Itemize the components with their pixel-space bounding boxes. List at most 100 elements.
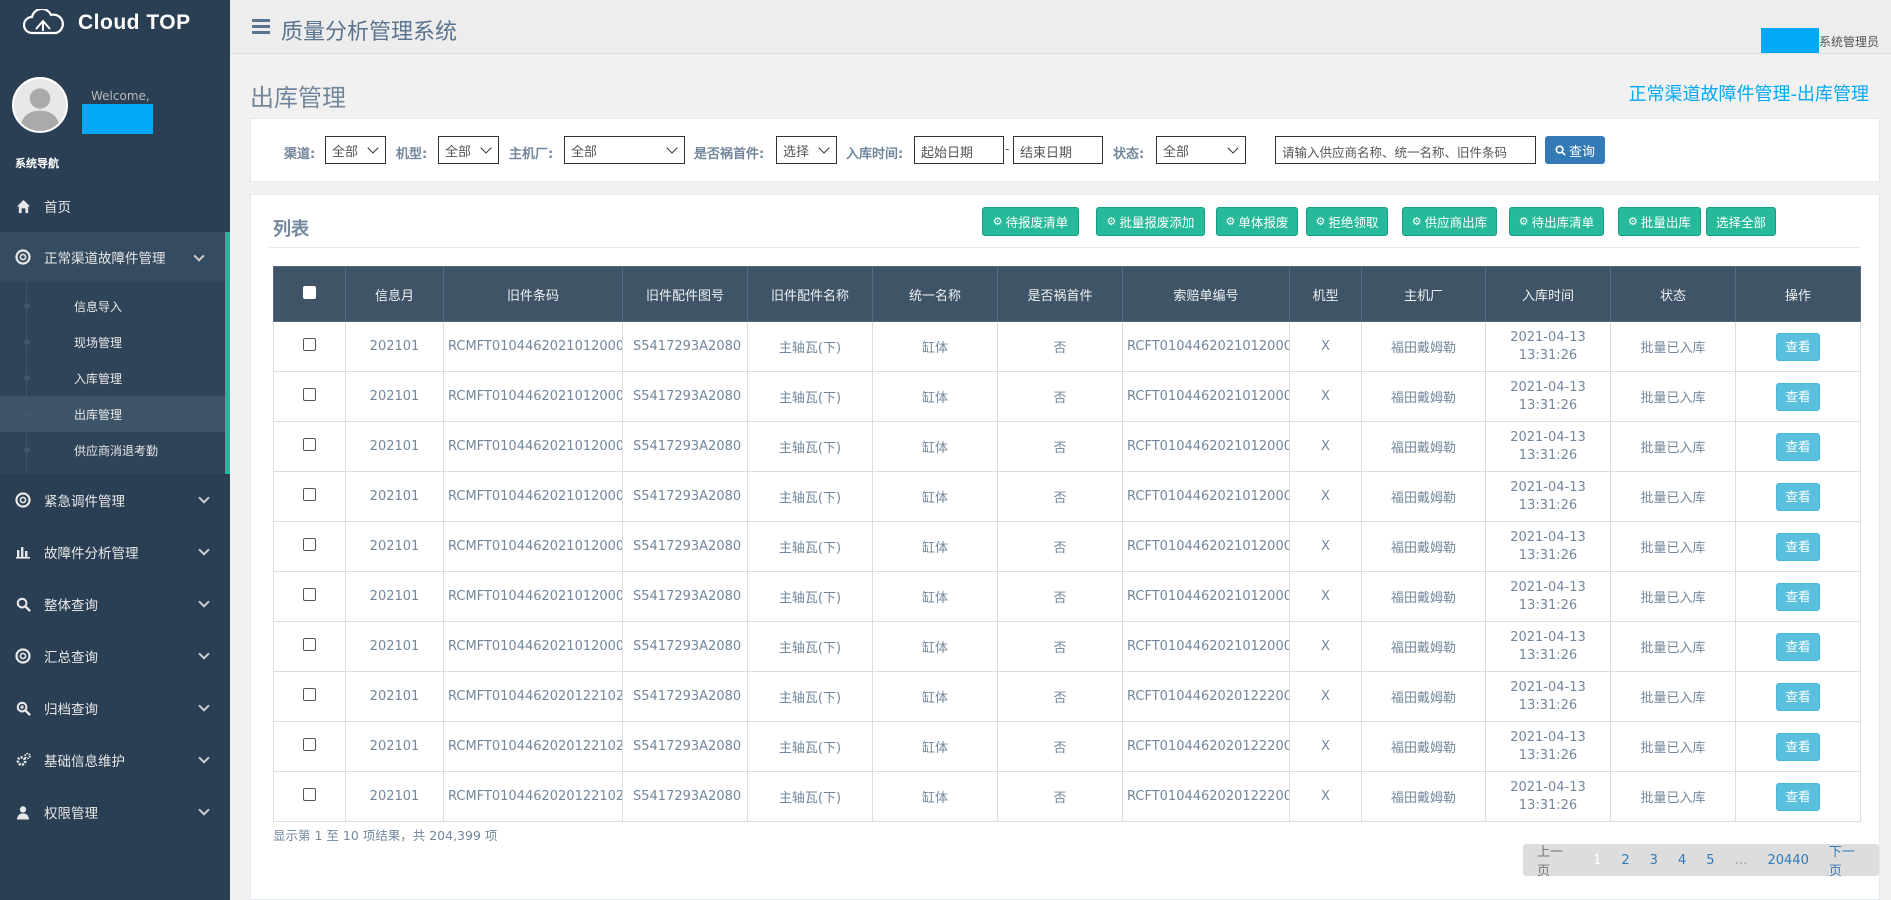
- user-avatar-badge[interactable]: [1761, 28, 1819, 53]
- search-button[interactable]: 查询: [1545, 136, 1605, 164]
- life-ring-icon: [14, 248, 32, 266]
- column-header[interactable]: 旧件配件名称: [747, 266, 873, 322]
- avatar[interactable]: [12, 77, 68, 133]
- end-date-input[interactable]: 结束日期: [1013, 136, 1103, 164]
- view-button[interactable]: 查看: [1776, 332, 1820, 361]
- action-button-4[interactable]: ⚙ 供应商出库: [1402, 207, 1497, 236]
- action-button-2[interactable]: ⚙ 单体报废: [1216, 207, 1298, 236]
- action-button-1[interactable]: ⚙ 批量报废添加: [1096, 207, 1205, 236]
- table-row[interactable]: 202101 RCMFT010446202012210258 S5417293A20…: [273, 671, 1861, 722]
- sidebar-subitem-info-import[interactable]: 信息导入: [0, 288, 225, 324]
- page-button[interactable]: 5: [1696, 853, 1724, 868]
- sidebar-group-4[interactable]: 归档查询: [0, 682, 230, 734]
- select-all-checkbox[interactable]: [303, 285, 316, 299]
- column-header[interactable]: 操作: [1735, 266, 1861, 322]
- action-button-5[interactable]: ⚙ 待出库清单: [1509, 207, 1604, 236]
- view-button[interactable]: 查看: [1776, 632, 1820, 661]
- last-page-button[interactable]: 20440: [1758, 853, 1819, 868]
- sidebar-group-3[interactable]: 汇总查询: [0, 630, 230, 682]
- view-button[interactable]: 查看: [1776, 382, 1820, 411]
- brand[interactable]: Cloud TOP: [0, 0, 230, 46]
- row-select-cell[interactable]: [273, 471, 346, 522]
- action-button-6[interactable]: ⚙ 批量出库: [1618, 207, 1701, 236]
- sidebar-subitem-outbound[interactable]: 出库管理: [0, 396, 225, 432]
- page-button[interactable]: 1: [1583, 853, 1611, 868]
- column-header[interactable]: 旧件条码: [443, 266, 623, 322]
- column-header[interactable]: 机型: [1289, 266, 1362, 322]
- row-checkbox[interactable]: [303, 388, 316, 401]
- row-checkbox[interactable]: [303, 638, 316, 651]
- action-button-0[interactable]: ⚙ 待报废清单: [982, 207, 1079, 236]
- row-select-cell[interactable]: [273, 371, 346, 422]
- view-button[interactable]: 查看: [1776, 782, 1820, 811]
- prev-page-button[interactable]: 上一页: [1527, 841, 1583, 879]
- column-header[interactable]: 入库时间: [1485, 266, 1611, 322]
- table-row[interactable]: 202101 RCMFT010446202012210257 S5417293A20…: [273, 721, 1861, 772]
- column-header[interactable]: 是否祸首件: [997, 266, 1123, 322]
- view-button[interactable]: 查看: [1776, 582, 1820, 611]
- row-select-cell[interactable]: [273, 721, 346, 772]
- table-row[interactable]: 202101 RCMFT010446202101200046 S5417293A20…: [273, 471, 1861, 522]
- table-row[interactable]: 202101 RCMFT010446202101200047 S5417293A20…: [273, 421, 1861, 472]
- sidebar-group-5[interactable]: 基础信息维护: [0, 734, 230, 786]
- sidebar-subitem-supplier-return[interactable]: 供应商消退考勤: [0, 432, 225, 468]
- row-checkbox[interactable]: [303, 538, 316, 551]
- view-button[interactable]: 查看: [1776, 732, 1820, 761]
- table-row[interactable]: 202101 RCMFT010446202101200044 S5417293A20…: [273, 571, 1861, 622]
- menu-toggle-icon[interactable]: [252, 19, 270, 34]
- row-select-cell[interactable]: [273, 771, 346, 822]
- page-button[interactable]: 3: [1640, 853, 1668, 868]
- row-select-cell[interactable]: [273, 321, 346, 372]
- row-checkbox[interactable]: [303, 488, 316, 501]
- sidebar-group-0[interactable]: 紧急调件管理: [0, 474, 230, 526]
- view-button[interactable]: 查看: [1776, 482, 1820, 511]
- sidebar-group-1[interactable]: 故障件分析管理: [0, 526, 230, 578]
- column-header[interactable]: 旧件配件图号: [622, 266, 748, 322]
- action-button-7[interactable]: 选择全部: [1706, 207, 1776, 236]
- sidebar-item-home[interactable]: 首页: [0, 180, 230, 232]
- table-row[interactable]: 202101 RCMFT010446202012210256 S5417293A20…: [273, 771, 1861, 822]
- table-row[interactable]: 202101 RCMFT010446202101200049 S5417293A20…: [273, 321, 1861, 372]
- view-button[interactable]: 查看: [1776, 532, 1820, 561]
- row-select-cell[interactable]: [273, 521, 346, 572]
- row-select-cell[interactable]: [273, 421, 346, 472]
- row-checkbox[interactable]: [303, 788, 316, 801]
- column-header[interactable]: 信息月: [345, 266, 444, 322]
- sidebar-group-6[interactable]: 权限管理: [0, 786, 230, 838]
- page-button[interactable]: 4: [1668, 853, 1696, 868]
- page-button[interactable]: 2: [1611, 853, 1639, 868]
- first-fault-select[interactable]: 选择: [776, 136, 837, 164]
- sidebar-item-normal-channel[interactable]: 正常渠道故障件管理: [0, 232, 230, 282]
- row-select-cell[interactable]: [273, 621, 346, 672]
- table-row[interactable]: 202101 RCMFT010446202101200048 S5417293A20…: [273, 371, 1861, 422]
- search-input[interactable]: 请输入供应商名称、统一名称、旧件条码: [1275, 136, 1536, 164]
- select-all-cell[interactable]: [273, 266, 346, 322]
- column-header[interactable]: 统一名称: [872, 266, 998, 322]
- row-checkbox[interactable]: [303, 738, 316, 751]
- sidebar-subitem-inbound[interactable]: 入库管理: [0, 360, 225, 396]
- row-select-cell[interactable]: [273, 571, 346, 622]
- column-header[interactable]: 状态: [1610, 266, 1736, 322]
- next-page-button[interactable]: 下一页: [1819, 841, 1875, 879]
- row-select-cell[interactable]: [273, 671, 346, 722]
- view-button[interactable]: 查看: [1776, 682, 1820, 711]
- table-row[interactable]: 202101 RCMFT010446202101200045 S5417293A20…: [273, 521, 1861, 572]
- sidebar-group-2[interactable]: 整体查询: [0, 578, 230, 630]
- action-button-3[interactable]: ⚙ 拒绝领取: [1306, 207, 1388, 236]
- row-checkbox[interactable]: [303, 338, 316, 351]
- column-header[interactable]: 主机厂: [1361, 266, 1486, 322]
- row-checkbox[interactable]: [303, 688, 316, 701]
- row-checkbox[interactable]: [303, 438, 316, 451]
- cell-model: X: [1289, 721, 1362, 772]
- user-name[interactable]: 系统管理员: [1819, 33, 1879, 50]
- status-select[interactable]: 全部: [1156, 136, 1246, 164]
- sidebar-subitem-site-manage[interactable]: 现场管理: [0, 324, 225, 360]
- view-button[interactable]: 查看: [1776, 432, 1820, 461]
- model-select[interactable]: 全部: [438, 136, 499, 164]
- row-checkbox[interactable]: [303, 588, 316, 601]
- start-date-input[interactable]: 起始日期: [914, 136, 1004, 164]
- column-header[interactable]: 索赔单编号: [1122, 266, 1290, 322]
- oem-select[interactable]: 全部: [564, 136, 685, 164]
- channel-select[interactable]: 全部: [325, 136, 386, 164]
- table-row[interactable]: 202101 RCMFT010446202101200043 S5417293A20…: [273, 621, 1861, 672]
